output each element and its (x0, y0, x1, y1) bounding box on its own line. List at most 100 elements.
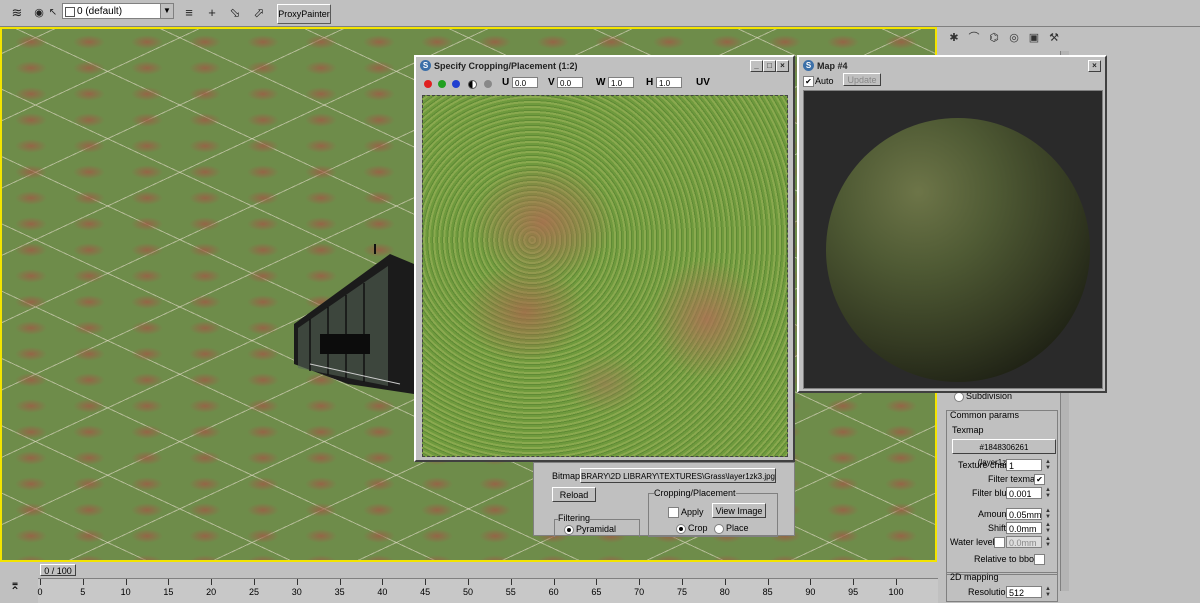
timeline-tick-label: 25 (248, 587, 260, 597)
timeline-tick-label: 90 (805, 587, 816, 597)
time-ruler[interactable]: 0 5 10 15 20 25 30 35 40 45 50 55 60 65 70 75 80 85 90 95 10… (37, 578, 938, 603)
resolution-input[interactable]: 512 (1006, 586, 1042, 598)
h-label: H (646, 77, 654, 88)
filter-blur-input[interactable]: 0.001 (1006, 487, 1042, 499)
display-tab-icon[interactable]: ▣ (1026, 30, 1042, 46)
crop-toolbar: U 0.0 V 0.0 W 1.0 H 1.0 UV (420, 75, 790, 92)
material-map-window[interactable]: S Map #4 × ✔ Auto Update (797, 55, 1107, 393)
timeline-tick (553, 579, 555, 585)
w-label: W (596, 77, 606, 88)
timeline-tick-label: 95 (848, 587, 859, 597)
close-icon[interactable]: × (1088, 60, 1101, 72)
minimize-icon[interactable]: _ (750, 60, 763, 72)
auto-label: Auto (815, 76, 834, 86)
timeline-tick (510, 579, 512, 585)
add-selection-icon[interactable]: + (203, 4, 221, 22)
time-slider[interactable]: 0 / 100 (40, 564, 76, 576)
maximize-icon[interactable]: □ (763, 60, 776, 72)
texmap-button[interactable]: #1848306261 (layer1zk3.jpg) (952, 439, 1056, 467)
apply-checkbox[interactable] (668, 507, 679, 518)
water-level-spinner[interactable]: ▲ ▼ (1044, 536, 1052, 548)
amount-input[interactable]: 0.05mm (1006, 508, 1042, 520)
create-tab-icon[interactable]: ✱ (946, 30, 962, 46)
close-icon[interactable]: × (776, 60, 789, 72)
uv-toggle[interactable]: UV (696, 77, 710, 88)
timeline-tick-label: 65 (591, 587, 602, 597)
reload-button[interactable]: Reload (552, 487, 596, 502)
timeline: ⌆ 0 / 100 0 5 10 15 20 25 30 35 40 45 50 55 60 65 70 75… (0, 562, 940, 603)
chevron-down-icon[interactable]: ▼ (160, 4, 173, 18)
water-level-input[interactable]: 0.0mm (1006, 536, 1042, 548)
monochrome-icon[interactable] (468, 80, 477, 89)
pyramidal-radio[interactable] (564, 525, 574, 535)
layer-dropdown[interactable]: 0 (default) ▼ (62, 3, 174, 19)
new-layer-icon[interactable]: ≡ (180, 4, 198, 22)
hierarchy-tab-icon[interactable]: ⌬ (986, 30, 1002, 46)
modify-tab-icon[interactable]: ⌒ (966, 30, 982, 46)
timeline-tick (211, 579, 213, 585)
update-button[interactable]: Update (843, 73, 881, 86)
2d-mapping-header[interactable]: 2D mapping (950, 572, 999, 582)
place-radio[interactable] (714, 524, 724, 534)
cropping-placement-label: Cropping/Placement (654, 488, 736, 498)
place-label: Place (726, 523, 749, 533)
auto-checkbox[interactable]: ✔ (803, 76, 814, 87)
map-window-titlebar[interactable]: S Map #4 × (801, 59, 1103, 73)
u-input[interactable]: 0.0 (512, 77, 538, 88)
mini-curve-editor-icon[interactable]: ⌆ (10, 578, 20, 592)
crop-radio[interactable] (676, 524, 686, 534)
h-input[interactable]: 1.0 (656, 77, 682, 88)
relative-bbox-checkbox[interactable] (1034, 554, 1045, 565)
timeline-tick (810, 579, 812, 585)
filter-texmap-checkbox[interactable]: ✔ (1034, 474, 1045, 485)
select-objects-icon[interactable]: ⬂ (226, 4, 244, 22)
view-image-button[interactable]: View Image (712, 503, 766, 518)
timeline-tick (296, 579, 298, 585)
highlight-selected-icon[interactable]: ⬀ (250, 4, 268, 22)
resolution-label: Resolution (968, 587, 1011, 597)
timeline-tick (767, 579, 769, 585)
timeline-tick-label: 55 (505, 587, 516, 597)
filter-blur-spinner[interactable]: ▲ ▼ (1044, 487, 1052, 499)
subdivision-radio[interactable] (954, 392, 964, 402)
glass-house-model[interactable] (290, 244, 420, 404)
blue-channel-icon[interactable] (452, 80, 460, 88)
texture-preview-image[interactable] (422, 95, 788, 457)
v-label: V (548, 77, 555, 88)
layer-manager-icon[interactable]: ≋ (8, 4, 26, 22)
crop-window-titlebar[interactable]: S Specify Cropping/Placement (1:2) _ □ × (418, 59, 791, 73)
w-input[interactable]: 1.0 (608, 77, 634, 88)
v-input[interactable]: 0.0 (557, 77, 583, 88)
crop-placement-window[interactable]: S Specify Cropping/Placement (1:2) _ □ ×… (414, 55, 795, 462)
motion-tab-icon[interactable]: ◎ (1006, 30, 1022, 46)
select-cursor-icon[interactable]: ↖ (44, 4, 62, 22)
utilities-tab-icon[interactable]: ⚒ (1046, 30, 1062, 46)
water-level-checkbox[interactable] (994, 537, 1005, 548)
timeline-tick-label: 5 (80, 587, 86, 597)
timeline-tick (425, 579, 427, 585)
timeline-tick (896, 579, 897, 585)
texture-chan-input[interactable]: 1 (1006, 459, 1042, 471)
amount-label: Amount (978, 509, 1010, 519)
red-channel-icon[interactable] (424, 80, 432, 88)
timeline-tick-label: 80 (719, 587, 730, 597)
shift-spinner[interactable]: ▲ ▼ (1044, 522, 1052, 534)
bitmap-path-button[interactable]: BRARY\2D LIBRARY\TEXTURES\Grass\layer1zk… (580, 468, 776, 483)
resolution-spinner[interactable]: ▲ ▼ (1044, 586, 1052, 598)
alpha-channel-icon[interactable] (484, 80, 492, 88)
timeline-tick (339, 579, 341, 585)
amount-spinner[interactable]: ▲ ▼ (1044, 508, 1052, 520)
shift-input[interactable]: 0.0mm (1006, 522, 1042, 534)
app-logo-icon: S (420, 60, 431, 71)
proxy-painter-button[interactable]: ProxyPainter (277, 4, 331, 24)
timeline-tick-label: 45 (420, 587, 431, 597)
timeline-tick (682, 579, 683, 585)
crop-window-title: Specify Cropping/Placement (1:2) (434, 61, 578, 71)
green-channel-icon[interactable] (438, 80, 446, 88)
shift-label: Shift (988, 523, 1007, 533)
material-preview (803, 90, 1103, 389)
timeline-tick-label: 15 (163, 587, 174, 597)
texture-chan-spinner[interactable]: ▲ ▼ (1044, 459, 1052, 471)
common-params-header[interactable]: Common params (950, 410, 1019, 420)
timeline-tick-label: 100 (888, 587, 904, 597)
